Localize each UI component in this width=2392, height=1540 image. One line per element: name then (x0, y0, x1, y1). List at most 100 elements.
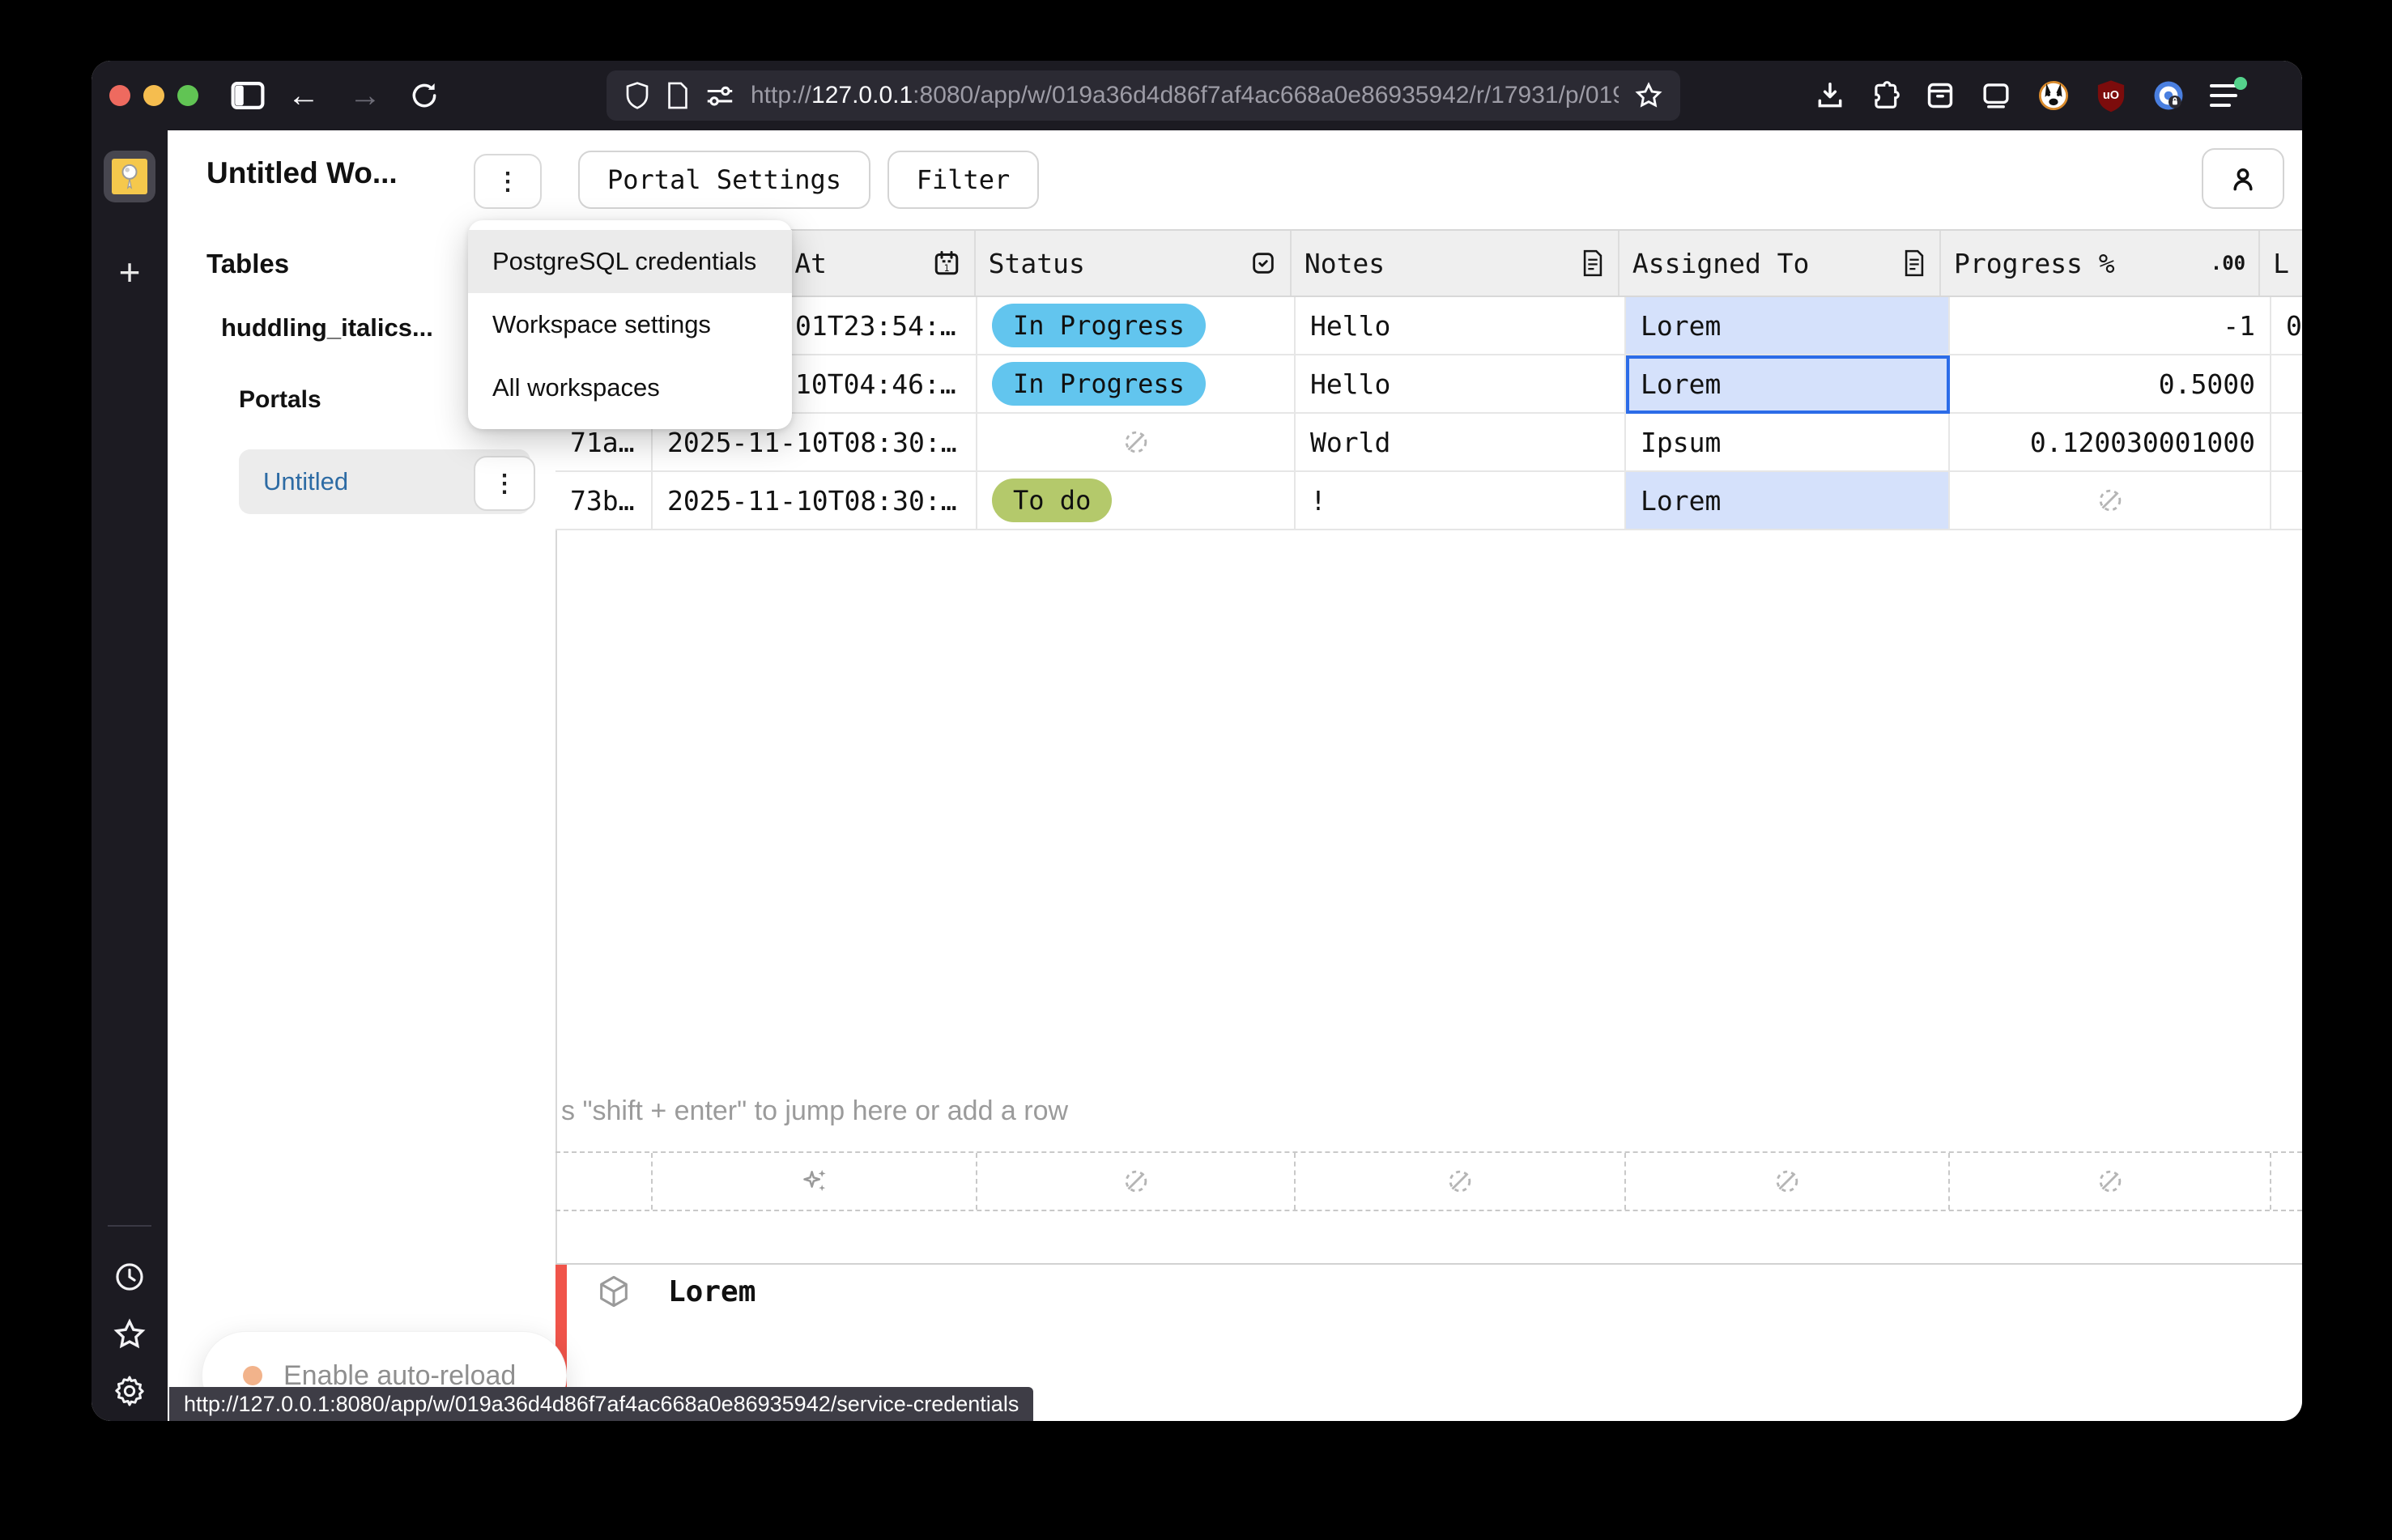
cell-assigned[interactable]: Ipsum (1626, 414, 1950, 472)
cell-last[interactable] (2271, 472, 2302, 530)
screenshot-stage: ← → http://127.0.0.1:8080/app/w/019a36d4… (0, 0, 2392, 1540)
workspace-menu-button[interactable]: ⋮ (474, 154, 542, 209)
cell-assigned[interactable]: Lorem (1626, 297, 1950, 355)
cell-progress[interactable] (1950, 472, 2271, 530)
new-cell-status[interactable] (977, 1153, 1296, 1210)
user-account-button[interactable] (2202, 148, 2284, 209)
cell-status[interactable]: In Progress (977, 297, 1296, 355)
workspace-dropdown-menu: PostgreSQL credentials Workspace setting… (468, 220, 792, 429)
cube-icon (595, 1273, 632, 1310)
cell-progress[interactable]: -1 (1950, 297, 2271, 355)
workspace-title: Untitled Wo... (206, 156, 398, 190)
cell-notes[interactable]: Hello (1296, 355, 1626, 414)
cell-notes[interactable]: Hello (1296, 297, 1626, 355)
null-value-icon (2095, 1166, 2126, 1197)
downloads-icon[interactable] (1815, 80, 1845, 111)
cell-notes[interactable]: ! (1296, 472, 1626, 530)
portal-item-label[interactable]: Untitled (263, 467, 348, 496)
header-assigned-to[interactable]: Assigned To (1619, 231, 1941, 296)
device-screen-icon[interactable] (1980, 80, 2012, 111)
cell-progress[interactable]: 0.5000 (1950, 355, 2271, 414)
permissions-icon[interactable] (705, 83, 734, 108)
portal-settings-button[interactable]: Portal Settings (578, 151, 870, 209)
sidebar-toggle-icon[interactable] (231, 61, 265, 130)
new-cell-progress[interactable] (1950, 1153, 2271, 1210)
header-notes[interactable]: Notes (1292, 231, 1619, 296)
new-cell-last[interactable] (2271, 1153, 2302, 1210)
footer-divider (555, 1263, 2302, 1265)
reload-button[interactable] (409, 61, 440, 130)
menu-item-workspace-settings[interactable]: Workspace settings (468, 293, 792, 356)
url-text[interactable]: http://127.0.0.1:8080/app/w/019a36d4d86f… (751, 82, 1619, 109)
null-value-icon (1121, 427, 1151, 457)
link-status-tooltip: http://127.0.0.1:8080/app/w/019a36d4d86f… (169, 1387, 1033, 1421)
bookmark-star-icon[interactable] (1635, 82, 1662, 109)
cell-last[interactable]: 0 (2271, 297, 2302, 355)
back-button[interactable]: ← (287, 61, 320, 130)
footer-record-label: Lorem (668, 1275, 755, 1308)
cell-progress[interactable]: 0.120030001000 (1950, 414, 2271, 472)
cell-status[interactable]: In Progress (977, 355, 1296, 414)
page-info-icon[interactable] (666, 82, 689, 109)
null-value-icon (1772, 1166, 1803, 1197)
status-badge: To do (992, 479, 1112, 522)
privacy-badger-icon[interactable] (2037, 79, 2071, 113)
jump-hint-text: s "shift + enter" to jump here or add a … (561, 1095, 1068, 1127)
add-workspace-button[interactable]: + (92, 250, 168, 294)
text-document-icon (1902, 249, 1926, 277)
cell-at[interactable]: 2025-11-10T08:30:… (653, 472, 977, 530)
table-header-row: At 1 Status Notes Assigned To (555, 229, 2302, 297)
workspace-app-icon[interactable] (104, 151, 155, 202)
rail-divider (108, 1225, 151, 1227)
status-badge: In Progress (992, 304, 1206, 347)
menu-item-all-workspaces[interactable]: All workspaces (468, 356, 792, 419)
new-row-band[interactable] (555, 1151, 2302, 1211)
new-cell-assigned[interactable] (1626, 1153, 1950, 1210)
portal-menu-button[interactable]: ⋮ (474, 456, 535, 511)
sparkles-icon (798, 1165, 831, 1198)
sidebar-item-table[interactable]: huddling_italics... (221, 313, 433, 342)
settings-gear-icon[interactable] (92, 1375, 168, 1407)
app-menu-icon[interactable] (2210, 83, 2241, 108)
favorites-star-icon[interactable] (92, 1318, 168, 1351)
url-bar[interactable]: http://127.0.0.1:8080/app/w/019a36d4d86f… (607, 70, 1680, 121)
cell-last[interactable] (2271, 355, 2302, 414)
history-clock-icon[interactable] (92, 1261, 168, 1292)
footer-record[interactable]: Lorem (595, 1273, 755, 1310)
pushpin-icon (112, 159, 147, 194)
new-cell-at[interactable] (653, 1153, 977, 1210)
new-cell-notes[interactable] (1296, 1153, 1626, 1210)
close-window-button[interactable] (109, 85, 130, 106)
container-box-icon[interactable] (1925, 80, 1956, 111)
cell-id[interactable]: 73b… (555, 472, 653, 530)
browser-window: ← → http://127.0.0.1:8080/app/w/019a36d4… (92, 61, 2302, 1421)
filter-button[interactable]: Filter (887, 151, 1039, 209)
cell-status[interactable]: To do (977, 472, 1296, 530)
maximize-window-button[interactable] (177, 85, 198, 106)
ublock-origin-icon[interactable]: uO (2095, 79, 2127, 113)
svg-text:uO: uO (2103, 89, 2119, 102)
toast-status-dot (243, 1366, 262, 1385)
forward-button[interactable]: → (349, 61, 381, 130)
new-cell-id[interactable] (555, 1153, 653, 1210)
header-progress[interactable]: Progress % .00 (1941, 231, 2260, 296)
password-manager-icon[interactable] (2152, 79, 2186, 113)
menu-item-postgresql-credentials[interactable]: PostgreSQL credentials (468, 230, 792, 293)
status-badge: In Progress (992, 362, 1206, 406)
cell-assigned-selected[interactable]: Lorem (1626, 355, 1950, 414)
header-last[interactable]: L (2260, 231, 2302, 296)
cell-assigned[interactable]: Lorem (1626, 472, 1950, 530)
minimize-window-button[interactable] (143, 85, 164, 106)
person-icon (2228, 164, 2258, 194)
table-row: 10T04:46:… In Progress Hello Lorem 0.500… (555, 355, 2302, 414)
browser-titlebar: ← → http://127.0.0.1:8080/app/w/019a36d4… (92, 61, 2302, 130)
shield-icon[interactable] (624, 81, 650, 110)
svg-text:1: 1 (943, 263, 949, 274)
cell-last[interactable] (2271, 414, 2302, 472)
extensions-puzzle-icon[interactable] (1870, 80, 1900, 111)
header-status[interactable]: Status (976, 231, 1292, 296)
decimal-format-icon: .00 (2211, 252, 2245, 274)
cell-notes[interactable]: World (1296, 414, 1626, 472)
cell-status[interactable] (977, 414, 1296, 472)
tables-heading: Tables (206, 249, 289, 279)
